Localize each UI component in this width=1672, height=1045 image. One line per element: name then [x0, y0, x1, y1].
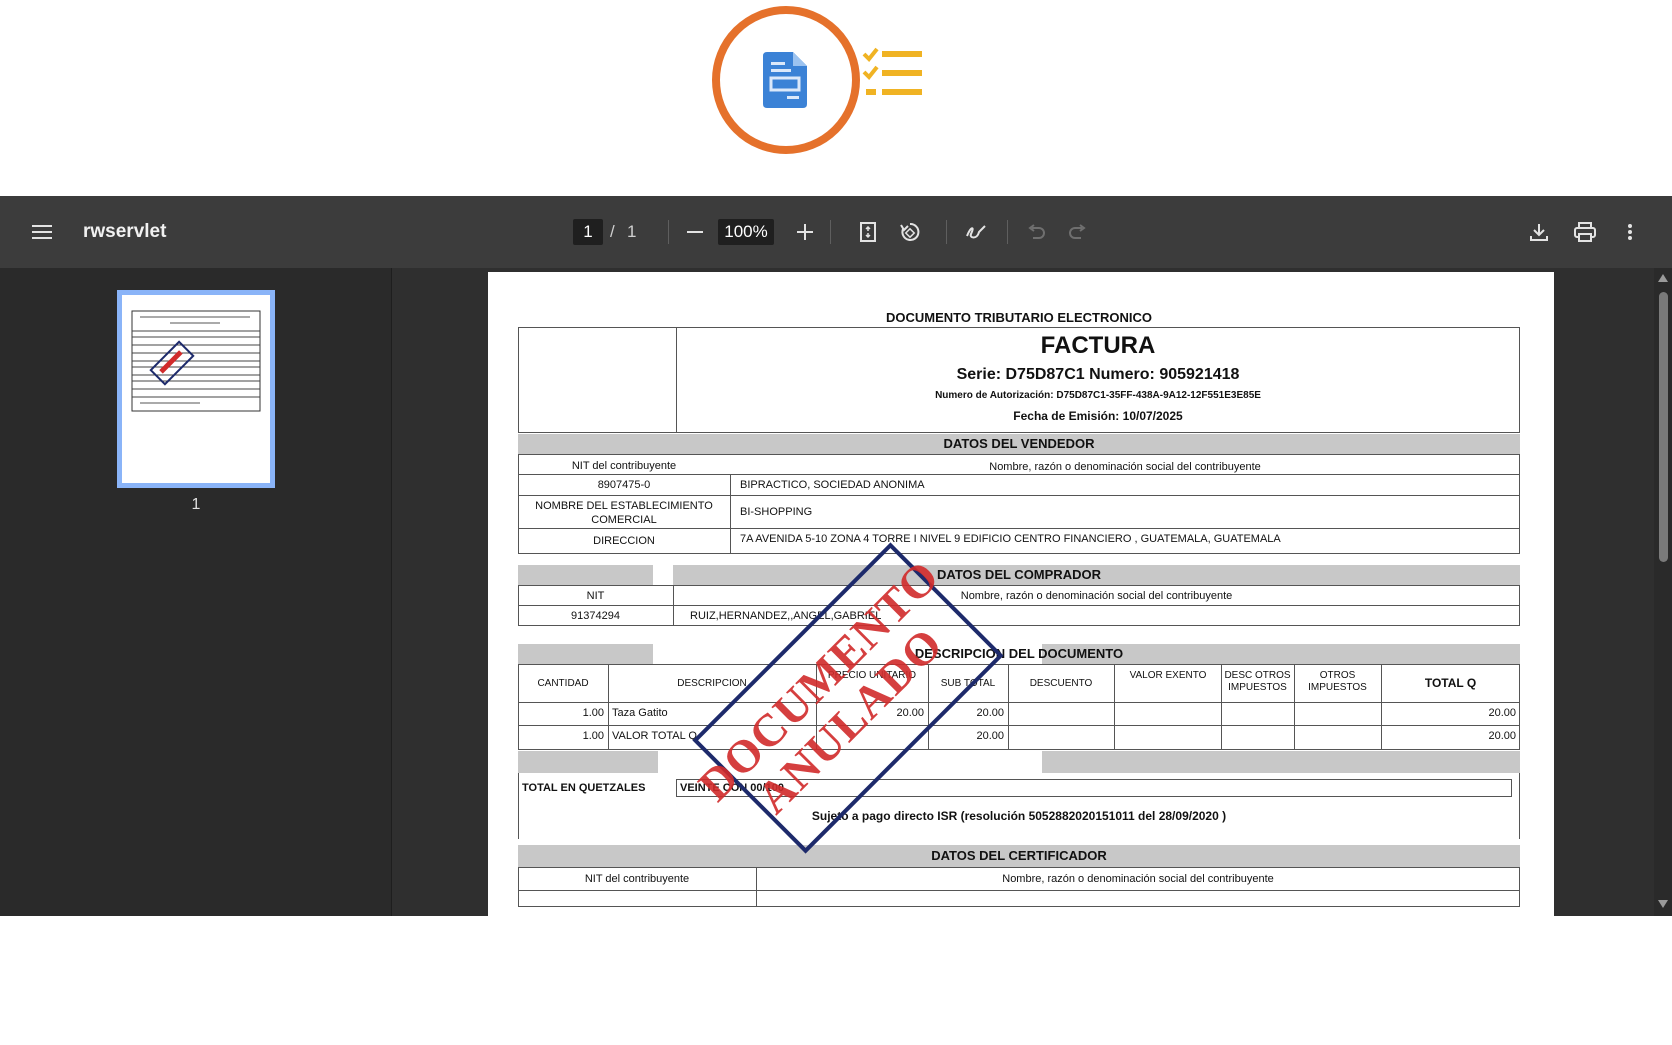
vendedor-nombre: BIPRACTICO, SOCIEDAD ANONIMA: [740, 479, 925, 491]
col-cantidad: CANTIDAD: [537, 678, 589, 689]
annotate-draw-icon[interactable]: [964, 196, 988, 268]
gray-block: [518, 751, 658, 773]
descripcion-header: DESCRIPCION DEL DOCUMENTO: [914, 646, 1124, 661]
toolbar-divider: [946, 220, 947, 244]
undo-icon[interactable]: [1025, 196, 1047, 268]
row-line: [518, 495, 1520, 496]
checklist-icon[interactable]: [862, 46, 924, 100]
thumbnail-page-number: 1: [191, 496, 201, 513]
pdf-viewer: rwservlet 1 / 1 100% 1 DOCUMENTO TRIBUTA…: [0, 196, 1672, 916]
rotate-icon[interactable]: [898, 196, 922, 268]
comprador-nit: 91374294: [571, 610, 620, 622]
gray-block: [1042, 751, 1520, 773]
total-label: TOTAL EN QUETZALES: [522, 782, 646, 794]
row-line: [518, 890, 1520, 891]
document-title: rwservlet: [83, 221, 167, 242]
page-number-input[interactable]: 1: [573, 196, 603, 268]
row-line: [518, 725, 1520, 726]
direccion-label: DIRECCION: [593, 535, 655, 547]
vendedor-header: DATOS DEL VENDEDOR: [943, 436, 1095, 451]
thumbnail-sidebar: 1: [0, 268, 392, 916]
comprador-nombre-label: Nombre, razón o denominación social del …: [960, 590, 1233, 602]
cert-nombre-label: Nombre, razón o denominación social del …: [1002, 873, 1274, 885]
certificador-header: DATOS DEL CERTIFICADOR: [931, 848, 1107, 863]
direccion: 7A AVENIDA 5-10 ZONA 4 TORRE I NIVEL 9 E…: [740, 533, 1281, 545]
fit-page-icon[interactable]: [857, 196, 879, 268]
autorizacion: Numero de Autorización: D75D87C1-35FF-43…: [935, 390, 1261, 401]
app-icons-bar: [0, 0, 1672, 196]
page-separator: /: [610, 222, 615, 241]
invoice-title: FACTURA: [1040, 332, 1156, 359]
vertical-scrollbar[interactable]: [1654, 268, 1672, 916]
row2-descripcion: VALOR TOTAL Q: [612, 730, 697, 742]
vendedor-nit: 8907475-0: [597, 479, 651, 491]
row1-total: 20.00: [1488, 707, 1516, 719]
row1-descripcion: Taza Gatito: [612, 707, 668, 719]
vendedor-nit-label: NIT del contribuyente: [571, 460, 677, 472]
scroll-thumb[interactable]: [1659, 292, 1668, 562]
toolbar-divider: [668, 220, 669, 244]
highlighted-document-icon-button[interactable]: [712, 6, 860, 154]
comprador-nit-label: NIT: [586, 590, 605, 602]
scroll-up-icon[interactable]: [1658, 274, 1668, 282]
toolbar-divider: [1007, 220, 1008, 244]
page-thumbnail[interactable]: [117, 290, 275, 488]
col-line: [608, 664, 609, 750]
row1-cantidad: 1.00: [582, 707, 604, 719]
col-valor-exento: VALOR EXENTO: [1129, 670, 1207, 681]
establecimiento-label-1: NOMBRE DEL ESTABLECIMIENTO: [535, 500, 713, 512]
row2-total: 20.00: [1488, 730, 1516, 742]
row-line: [518, 702, 1520, 703]
col-total: TOTAL Q: [1424, 676, 1477, 690]
thumbnail-preview: [130, 303, 262, 475]
isr-note: Sujeto a pago directo ISR (resolución 50…: [811, 809, 1227, 823]
download-icon[interactable]: [1527, 196, 1551, 268]
col-otros-impuestos: OTROS IMPUESTOS: [1308, 670, 1367, 693]
fecha-emision: Fecha de Emisión: 10/07/2025: [1013, 409, 1183, 423]
pdf-toolbar: rwservlet 1 / 1 100%: [0, 196, 1672, 268]
serie-numero: Serie: D75D87C1 Numero: 905921418: [956, 366, 1240, 383]
zoom-in-icon[interactable]: [794, 196, 816, 268]
document-canvas: DOCUMENTO TRIBUTARIO ELECTRONICO FACTURA…: [392, 268, 1654, 916]
redo-icon[interactable]: [1067, 196, 1089, 268]
zoom-out-icon[interactable]: [684, 196, 706, 268]
page-total: 1: [627, 222, 637, 241]
col-line: [1008, 664, 1009, 750]
cert-nit-label: NIT del contribuyente: [584, 873, 690, 885]
zoom-level-input[interactable]: 100%: [718, 196, 774, 268]
establecimiento-label-2: COMERCIAL: [591, 514, 657, 526]
scroll-down-icon[interactable]: [1658, 900, 1668, 908]
row-line: [518, 605, 1520, 606]
col-desc-otros: DESC OTROS IMPUESTOS: [1224, 670, 1291, 693]
col-line: [730, 474, 731, 554]
doc-type: DOCUMENTO TRIBUTARIO ELECTRONICO: [885, 310, 1152, 325]
vendedor-nombre-label: Nombre, razón o denominación social del …: [989, 461, 1261, 473]
page-current[interactable]: 1: [573, 219, 603, 245]
comprador-header: DATOS DEL COMPRADOR: [937, 567, 1101, 582]
more-options-icon[interactable]: [1622, 196, 1638, 268]
establecimiento: BI-SHOPPING: [740, 506, 813, 518]
col-line: [1114, 664, 1115, 750]
toolbar-divider: [830, 220, 831, 244]
col-descuento: DESCUENTO: [1029, 678, 1093, 689]
row-line: [518, 474, 1520, 475]
row2-subtotal: 20.00: [976, 730, 1004, 742]
document-icon: [763, 52, 807, 108]
row2-cantidad: 1.00: [582, 730, 604, 742]
row-line: [518, 528, 1520, 529]
menu-icon[interactable]: [28, 196, 56, 268]
pdf-page: DOCUMENTO TRIBUTARIO ELECTRONICO FACTURA…: [488, 272, 1554, 916]
print-icon[interactable]: [1572, 196, 1598, 268]
zoom-value[interactable]: 100%: [718, 219, 774, 245]
